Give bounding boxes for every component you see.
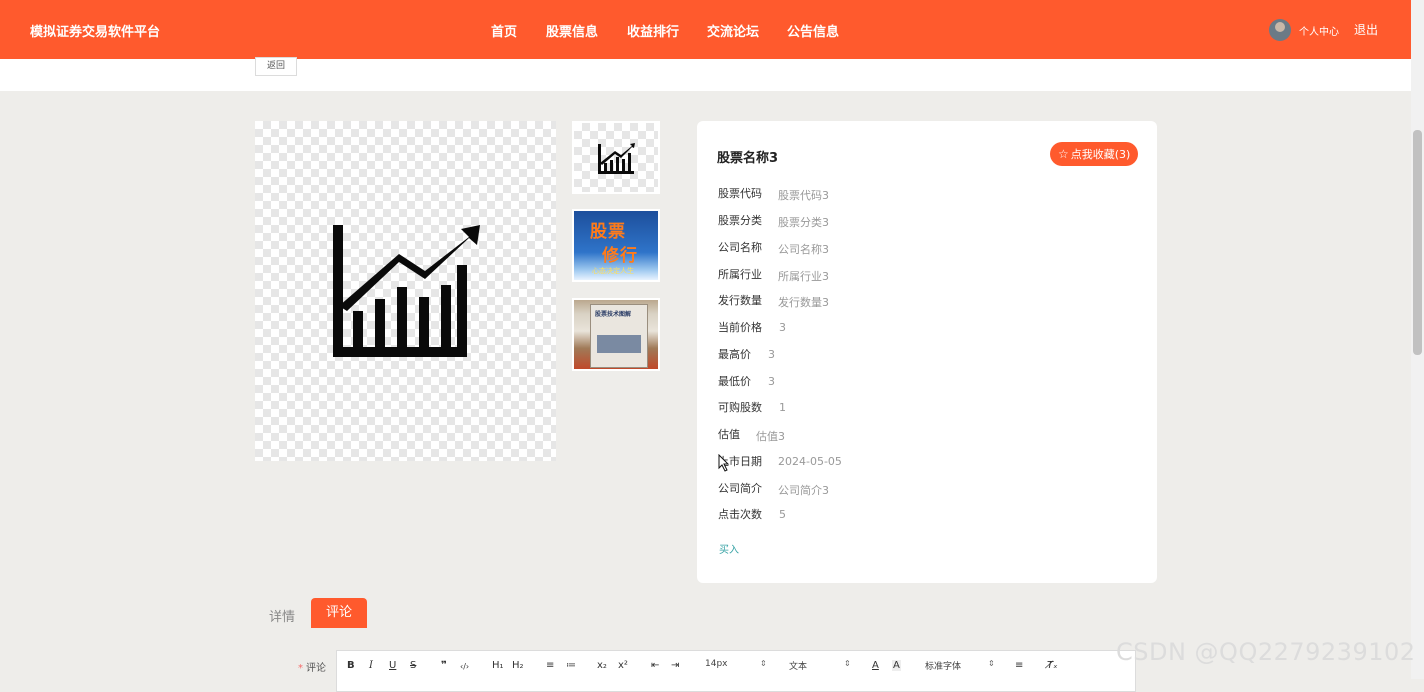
- book-cover-picture: [597, 335, 641, 353]
- required-mark: *: [298, 663, 303, 674]
- bold-button[interactable]: B: [347, 660, 355, 671]
- underline-button[interactable]: U: [389, 660, 396, 671]
- field-value-current-price: 3: [779, 321, 786, 334]
- ordered-list-button[interactable]: ≡: [546, 660, 554, 671]
- tab-detail[interactable]: 详情: [269, 606, 295, 625]
- field-label-code: 股票代码: [718, 187, 762, 200]
- font-size-select[interactable]: 14px ⇕: [705, 659, 767, 669]
- favorite-label: 点我收藏(3): [1070, 148, 1131, 161]
- font-color-icon[interactable]: A: [872, 660, 879, 671]
- field-label-company: 公司名称: [718, 241, 762, 254]
- top-navbar: 模拟证券交易软件平台 首页 股票信息 收益排行 交流论坛 公告信息 个人中心 退…: [0, 0, 1411, 59]
- buy-button[interactable]: 买入: [719, 541, 739, 556]
- field-label-company-intro: 公司简介: [718, 482, 762, 495]
- watermark: CSDN @QQ2279239102: [1116, 638, 1416, 666]
- blockquote-button[interactable]: ❞: [441, 660, 447, 671]
- field-value-available-shares: 1: [779, 401, 786, 414]
- strike-button[interactable]: S: [410, 660, 416, 671]
- nav-forum[interactable]: 交流论坛: [707, 21, 759, 40]
- gallery-thumb-chart[interactable]: [572, 121, 660, 194]
- book-cover-text: 股票技术图解: [595, 311, 632, 318]
- field-label-high-price: 最高价: [718, 348, 751, 361]
- field-value-issue-amount: 发行数量3: [778, 296, 829, 309]
- field-label-low-price: 最低价: [718, 375, 751, 388]
- field-value-valuation: 估值3: [756, 430, 785, 443]
- outdent-button[interactable]: ⇤: [651, 660, 659, 671]
- nav-profit-ranking[interactable]: 收益排行: [627, 21, 679, 40]
- stock-chart-icon: [333, 225, 480, 357]
- align-button[interactable]: ≡: [1015, 660, 1023, 671]
- font-family-select[interactable]: 标准字体 ⇕: [925, 659, 995, 672]
- main-stock-image: [255, 121, 556, 461]
- chevron-updown-icon: ⇕: [844, 659, 851, 668]
- heading1-button[interactable]: H₁: [492, 660, 504, 671]
- field-label-current-price: 当前价格: [718, 321, 762, 334]
- field-value-company-intro: 公司简介3: [778, 484, 829, 497]
- field-value-low-price: 3: [768, 375, 775, 388]
- italic-button[interactable]: I: [369, 660, 373, 671]
- field-label-category: 股票分类: [718, 214, 762, 227]
- text-style-select[interactable]: 文本 ⇕: [789, 659, 851, 672]
- field-value-industry: 所属行业3: [778, 270, 829, 283]
- book-cover: 股票技术图解: [590, 304, 648, 368]
- field-label-issue-amount: 发行数量: [718, 294, 762, 307]
- comment-label-text: 评论: [306, 663, 326, 674]
- stock-chart-icon: [598, 143, 635, 174]
- field-value-click-count: 5: [779, 508, 786, 521]
- background-color-icon[interactable]: A: [892, 660, 901, 671]
- clear-format-button[interactable]: T̸ₓ: [1047, 660, 1058, 671]
- field-label-click-count: 点击次数: [718, 508, 762, 521]
- field-label-industry: 所属行业: [718, 268, 762, 281]
- bullet-list-button[interactable]: ≔: [566, 660, 576, 671]
- superscript-button[interactable]: x²: [618, 660, 628, 671]
- field-value-high-price: 3: [768, 348, 775, 361]
- field-value-company: 公司名称3: [778, 243, 829, 256]
- nav-stock-info[interactable]: 股票信息: [546, 21, 598, 40]
- field-label-valuation: 估值: [718, 428, 740, 441]
- chevron-updown-icon: ⇕: [760, 659, 767, 668]
- field-value-listing-date: 2024-05-05: [778, 455, 842, 468]
- nav-announcements[interactable]: 公告信息: [787, 21, 839, 40]
- text-style-value: 文本: [789, 662, 808, 672]
- back-button[interactable]: 返回: [255, 57, 297, 76]
- thumb-subtitle: 心态决定人生: [592, 267, 634, 275]
- indent-button[interactable]: ⇥: [671, 660, 679, 671]
- site-brand[interactable]: 模拟证券交易软件平台: [30, 21, 160, 40]
- gallery-thumb-book-cover[interactable]: 股票 修行 心态决定人生: [572, 209, 660, 282]
- field-label-available-shares: 可购股数: [718, 401, 762, 414]
- font-size-value: 14px: [705, 659, 728, 669]
- field-value-code: 股票代码3: [778, 189, 829, 202]
- stock-info-card: 股票名称3 ☆ 点我收藏(3) 股票代码 股票代码3 股票分类 股票分类3 公司名…: [697, 121, 1157, 583]
- mouse-cursor-icon: [718, 454, 730, 472]
- tab-comment[interactable]: 评论: [311, 598, 367, 628]
- logout-link[interactable]: 退出: [1354, 21, 1378, 38]
- font-family-value: 标准字体: [925, 662, 962, 672]
- user-center-link[interactable]: 个人中心: [1299, 23, 1339, 38]
- avatar[interactable]: [1269, 19, 1291, 41]
- chevron-updown-icon: ⇕: [988, 659, 995, 668]
- gallery-thumb-book-photo[interactable]: 股票技术图解: [572, 298, 660, 371]
- field-value-category: 股票分类3: [778, 216, 829, 229]
- favorite-button[interactable]: ☆ 点我收藏(3): [1050, 142, 1139, 166]
- thumb-title-line2: 修行: [602, 246, 638, 266]
- breadcrumb-strip: [0, 59, 1411, 91]
- comment-label: * 评论: [298, 659, 326, 674]
- subscript-button[interactable]: x₂: [597, 660, 607, 671]
- code-block-button[interactable]: ‹/›: [460, 662, 469, 671]
- comment-editor[interactable]: [336, 650, 1136, 692]
- stock-title: 股票名称3: [717, 151, 779, 166]
- star-icon: ☆: [1058, 147, 1069, 161]
- heading2-button[interactable]: H₂: [512, 660, 524, 671]
- thumb-title-line1: 股票: [590, 222, 626, 242]
- nav-home[interactable]: 首页: [491, 21, 517, 40]
- scrollbar-thumb[interactable]: [1413, 130, 1422, 355]
